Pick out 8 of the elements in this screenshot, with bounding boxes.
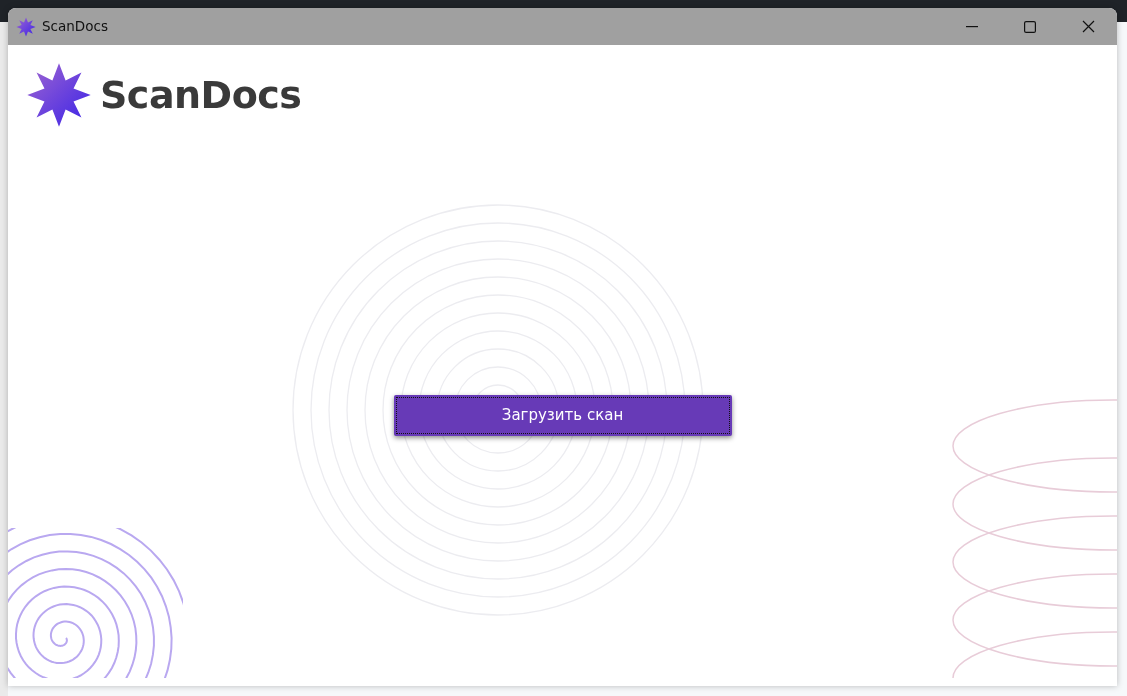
star-logo-icon — [16, 16, 36, 37]
maximize-icon — [1024, 20, 1036, 33]
close-icon — [1081, 20, 1095, 33]
window-title: ScanDocs — [42, 17, 108, 37]
minimize-icon — [966, 25, 978, 28]
app-logo-text: ScanDocs — [100, 71, 302, 119]
star-logo-icon — [26, 62, 92, 128]
upload-scan-button[interactable]: Загрузить скан — [393, 395, 732, 436]
